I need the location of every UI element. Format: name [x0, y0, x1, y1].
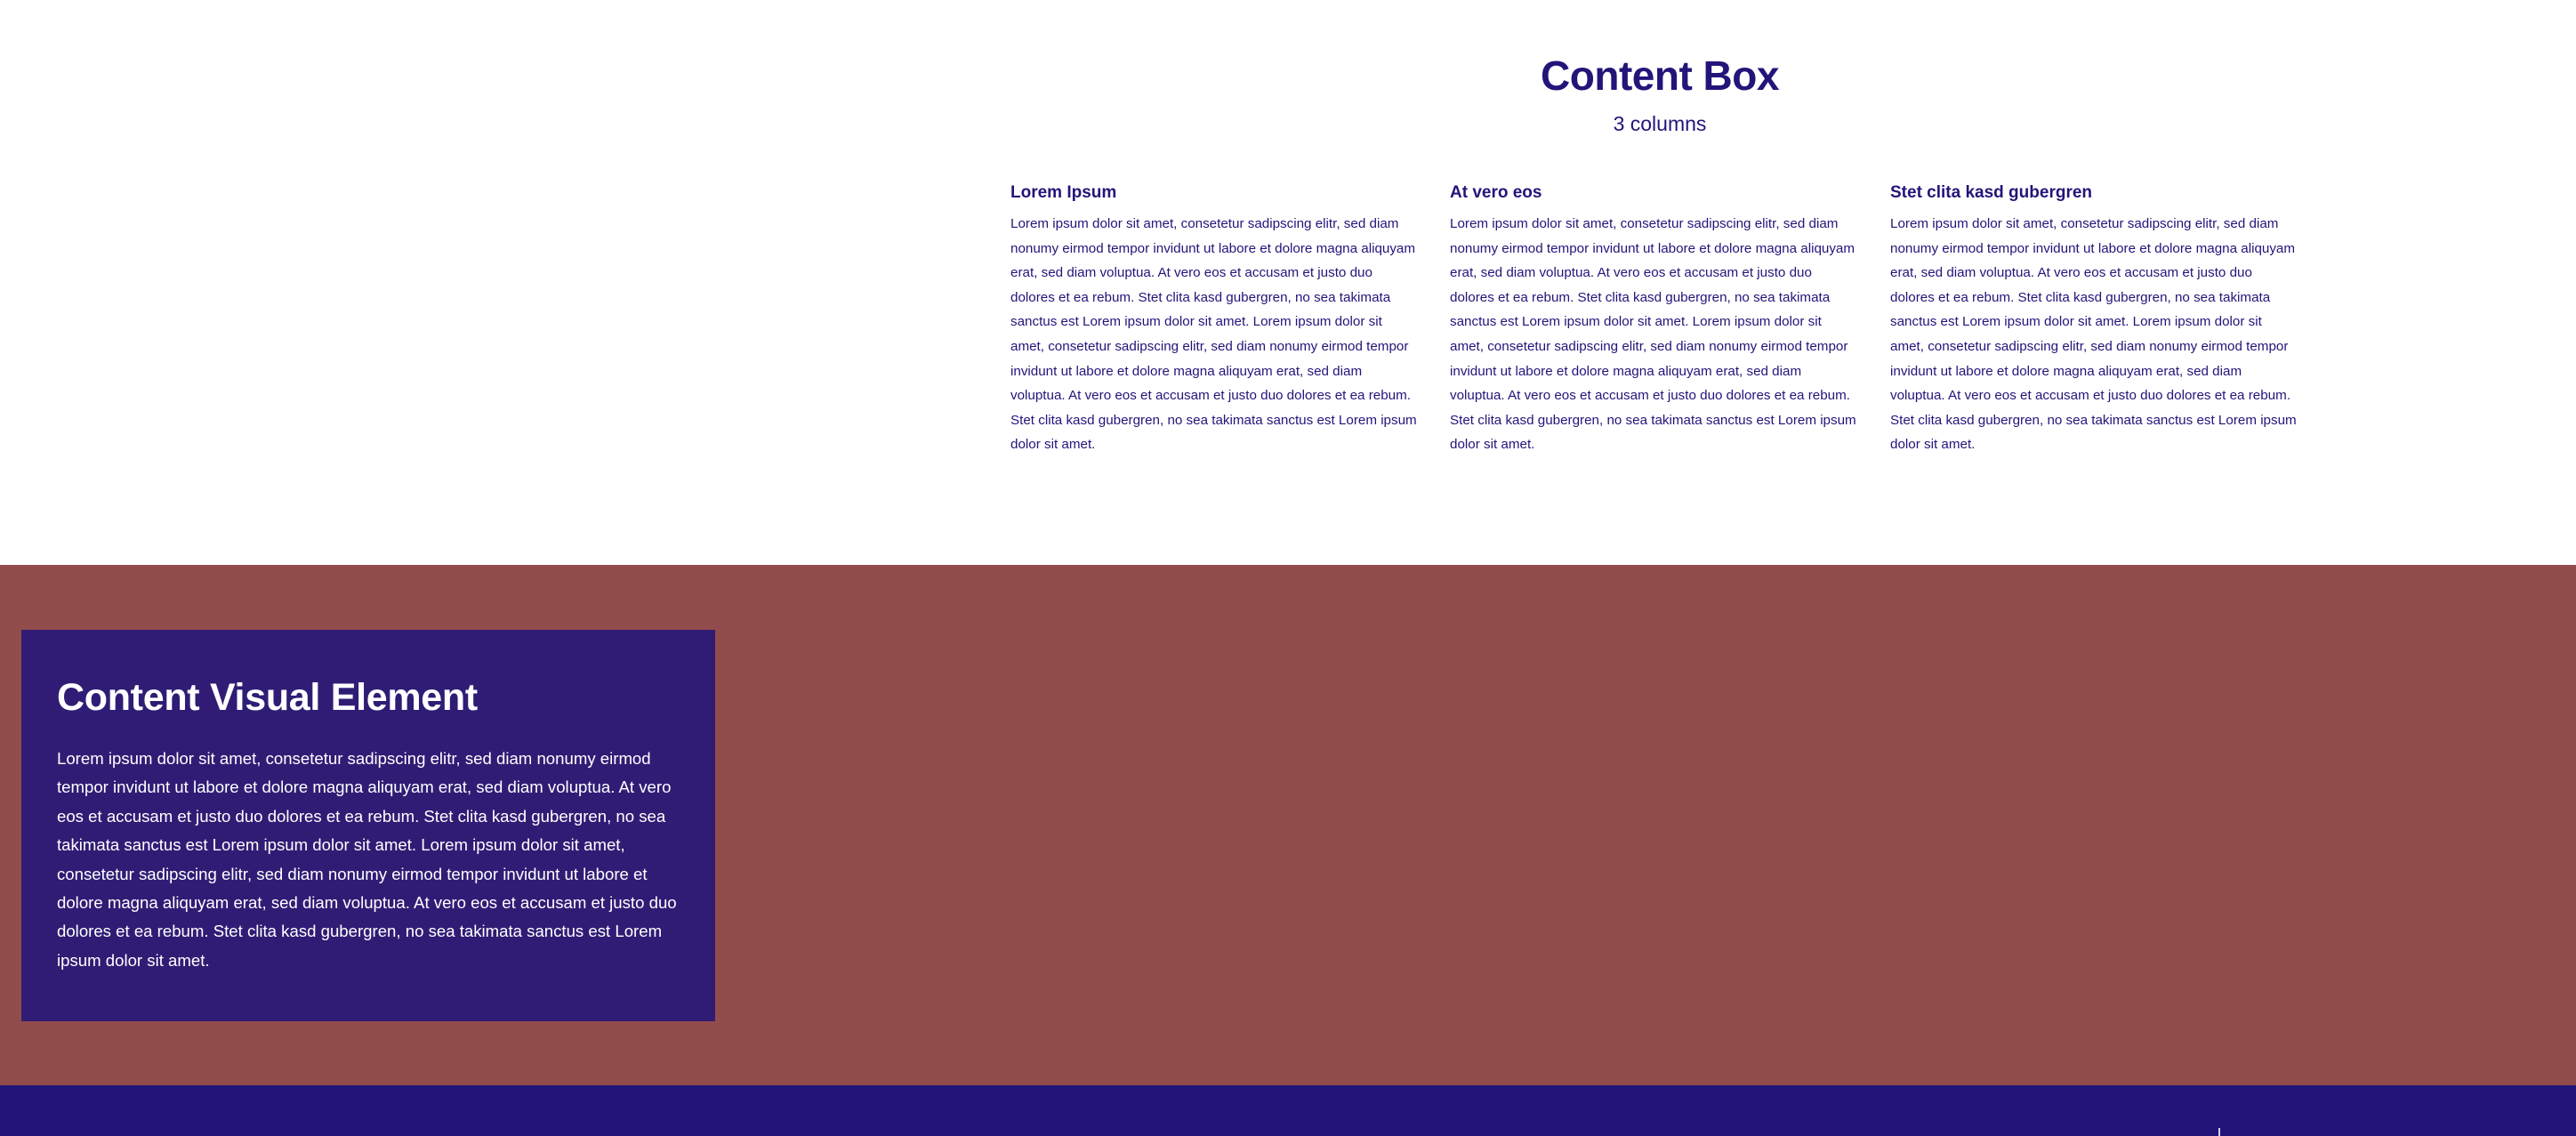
page: Content Box 3 columns Lorem Ipsum Lorem … [0, 0, 2576, 1136]
column-heading: At vero eos [1450, 183, 1542, 202]
footer [0, 1085, 2576, 1136]
column-text: Lorem ipsum dolor sit amet, consetetur s… [1890, 216, 2297, 453]
content-box-subtitle: 3 columns [1613, 112, 1707, 135]
content-column-1: Lorem Ipsum Lorem ipsum dolor sit amet, … [1010, 181, 1420, 457]
visual-element-title: Content Visual Element [57, 676, 478, 719]
column-heading: Stet clita kasd gubergren [1890, 183, 2093, 202]
visual-element-section: Content Visual Element Lorem ipsum dolor… [0, 565, 2576, 1085]
column-text: Lorem ipsum dolor sit amet, consetetur s… [1010, 216, 1417, 453]
content-column-2: At vero eos Lorem ipsum dolor sit amet, … [1450, 181, 1859, 457]
content-column-3: Stet clita kasd gubergren Lorem ipsum do… [1890, 181, 2299, 457]
footer-divider [2218, 1128, 2220, 1136]
column-text: Lorem ipsum dolor sit amet, consetetur s… [1450, 216, 1856, 453]
visual-element-card: Content Visual Element Lorem ipsum dolor… [21, 630, 715, 1021]
content-box-title: Content Box [1541, 52, 1779, 99]
visual-element-text: Lorem ipsum dolor sit amet, consetetur s… [57, 749, 677, 970]
column-heading: Lorem Ipsum [1010, 183, 1117, 202]
content-box-section: Content Box 3 columns Lorem Ipsum Lorem … [0, 0, 2576, 565]
